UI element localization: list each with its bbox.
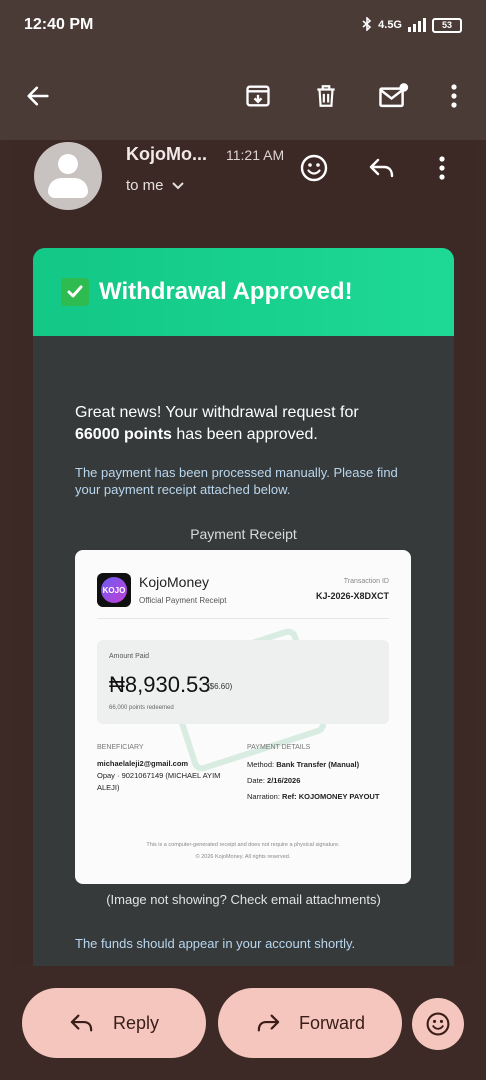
battery-level: 53: [441, 20, 452, 30]
receipt-brand: KojoMoney: [139, 574, 210, 590]
narration-value: Ref: KOJOMONEY PAYOUT: [282, 792, 380, 801]
bluetooth-icon: [362, 15, 372, 34]
smiley-icon: [300, 154, 328, 182]
transaction-id: KJ-2026-X8DXCT: [315, 591, 389, 601]
date-label: Date:: [247, 776, 265, 785]
status-icons: 4.5G 53: [362, 15, 462, 34]
arrow-left-icon: [27, 86, 49, 106]
check-mark-icon: [61, 278, 89, 306]
battery-icon: 53: [432, 17, 462, 33]
recipient-toggle[interactable]: to me: [126, 177, 184, 194]
points-redeemed: 66,000 points redeemed: [109, 705, 174, 711]
date-value: 2/16/2026: [267, 776, 301, 785]
payment-details: Method: Bank Transfer (Manual) Date: 2/1…: [247, 757, 397, 805]
reply-button[interactable]: Reply: [22, 988, 206, 1058]
beneficiary-account: Opay · 9021067149 (MICHAEL AYIM ALEJI): [97, 771, 221, 792]
payment-details-label: PAYMENT DETAILS: [247, 744, 311, 751]
beneficiary-label: BENEFICIARY: [97, 744, 144, 751]
chevron-down-icon: [171, 181, 184, 189]
beneficiary-email: michaelaleji2@gmail.com: [97, 759, 189, 768]
sender-header: KojoMo... 11:21 AM to me: [12, 140, 474, 220]
card-header: Withdrawal Approved!: [33, 248, 454, 336]
receipt-brand-sub: Official Payment Receipt: [139, 596, 227, 605]
mark-unread-button[interactable]: [374, 76, 414, 116]
forward-label: Forward: [298, 1012, 365, 1033]
recipient-label: to me: [126, 177, 164, 194]
avatar-head: [58, 154, 78, 174]
email-time: 11:21 AM: [226, 147, 285, 163]
reply-icon: [369, 158, 394, 178]
delete-button[interactable]: [306, 76, 346, 116]
amount-box: Amount Paid ₦8,930.53 ($6.60) 66,000 poi…: [97, 640, 389, 724]
forward-button[interactable]: Forward: [218, 988, 402, 1058]
more-vert-icon: [451, 84, 457, 108]
avatar-body: [48, 178, 88, 198]
logo-text: KOJO: [101, 577, 127, 603]
reply-icon-button[interactable]: [364, 150, 400, 186]
email-view: KojoMo... 11:21 AM to me Withdrawal Appr…: [12, 140, 474, 966]
receipt-copyright: © 2026 KojoMoney. All rights reserved.: [195, 854, 291, 860]
trash-icon: [317, 85, 335, 107]
method-value: Bank Transfer (Manual): [276, 760, 360, 769]
receipt-image[interactable]: PAID KOJO KojoMoney Official Payment Rec…: [75, 550, 411, 884]
method-label: Method:: [247, 760, 275, 769]
approval-suffix: has been approved.: [176, 426, 318, 443]
sender-name[interactable]: KojoMo...: [126, 144, 207, 165]
receipt-heading: Payment Receipt: [190, 526, 297, 542]
emoji-reaction-button[interactable]: [412, 998, 464, 1050]
react-emoji-button[interactable]: [296, 150, 332, 186]
amount-value: ₦8,930.53: [109, 672, 211, 697]
card-title: Withdrawal Approved!: [99, 278, 353, 305]
forward-icon: [257, 1014, 280, 1032]
avatar[interactable]: [34, 142, 102, 210]
beneficiary-details: michaelaleji2@gmail.com Opay · 902106714…: [97, 758, 237, 794]
image-fallback-note: (Image not showing? Check email attachme…: [106, 892, 381, 907]
receipt-divider: [97, 618, 389, 619]
receipt-disclaimer: This is a computer-generated receipt and…: [146, 842, 340, 848]
status-time: 12:40 PM: [24, 16, 94, 33]
amount-usd: ($6.60): [207, 682, 233, 691]
approval-points: 66000 points: [75, 426, 172, 443]
signal-icon: [408, 18, 426, 32]
archive-button[interactable]: [238, 76, 278, 116]
more-vert-icon: [439, 156, 445, 180]
smiley-icon: [426, 1012, 450, 1036]
closing-message: The funds should appear in your account …: [75, 936, 356, 951]
back-button[interactable]: [18, 76, 58, 116]
status-bar: 12:40 PM 4.5G 53: [0, 0, 486, 50]
narration-label: Narration:: [247, 792, 280, 801]
approval-message: Great news! Your withdrawal request for …: [75, 402, 405, 446]
approval-prefix: Great news! Your withdrawal request for: [75, 404, 359, 421]
email-toolbar: [0, 50, 486, 140]
network-type: 4.5G: [378, 19, 402, 31]
kojo-logo: KOJO: [97, 573, 131, 607]
reply-label: Reply: [112, 1012, 160, 1033]
reply-icon: [70, 1014, 93, 1032]
email-more-button[interactable]: [424, 150, 460, 186]
archive-icon: [246, 85, 270, 107]
mail-unread-icon: [379, 83, 409, 108]
more-options-button[interactable]: [434, 76, 474, 116]
amount-label: Amount Paid: [109, 653, 150, 660]
processed-note: The payment has been processed manually.…: [75, 465, 398, 497]
email-body-card: Withdrawal Approved! Great news! Your wi…: [33, 248, 454, 966]
transaction-label: Transaction ID: [343, 578, 389, 585]
bottom-action-bar: Reply Forward: [0, 966, 486, 1080]
